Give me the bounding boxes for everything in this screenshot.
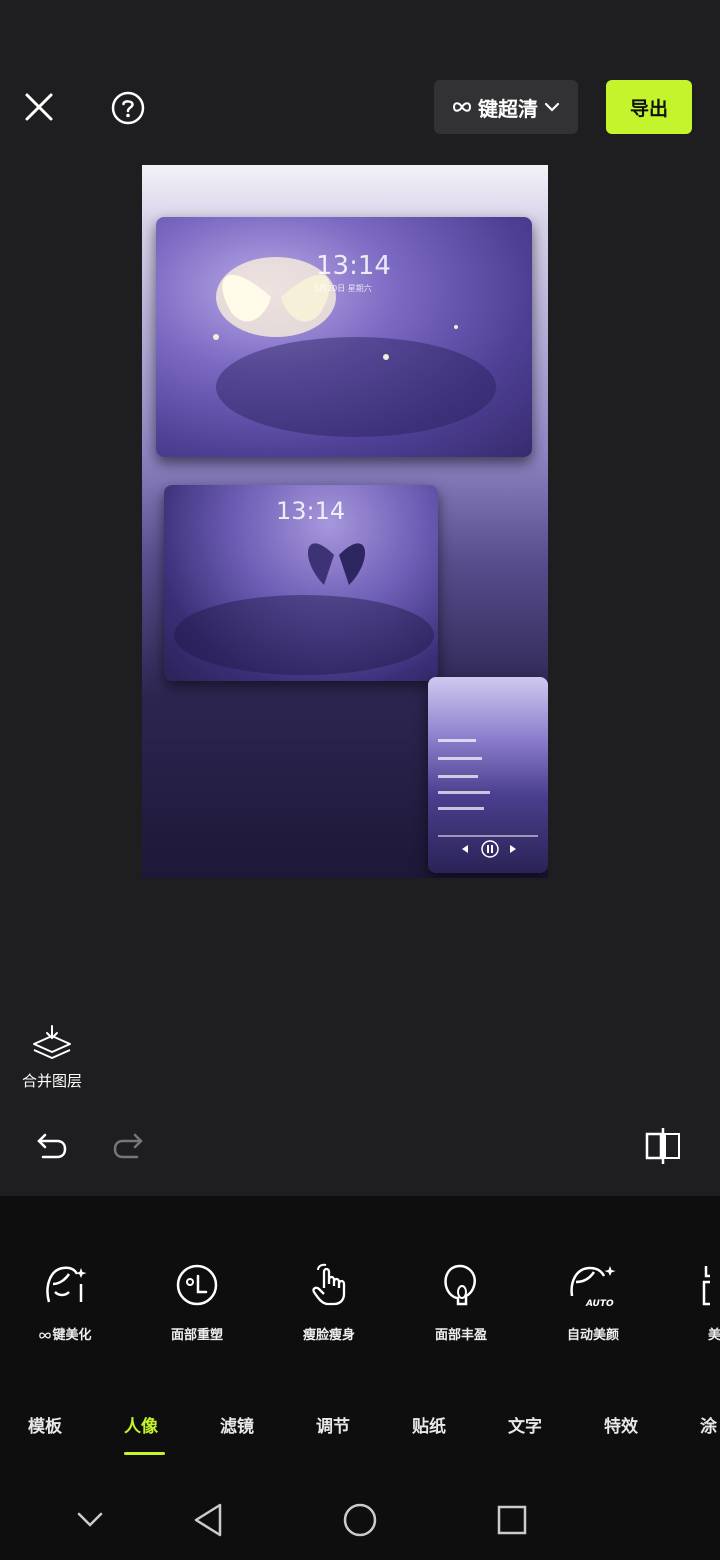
redo-icon <box>113 1133 143 1159</box>
help-icon <box>111 91 145 125</box>
chevron-down-icon <box>77 1512 103 1527</box>
tool-slim[interactable]: 瘦脸瘦身 <box>274 1262 384 1343</box>
tool-label: 自动美颜 <box>566 1328 619 1343</box>
undo-icon <box>37 1133 67 1159</box>
face-beautify-icon <box>46 1266 87 1303</box>
wallpaper-preview-landscape: 13:14 5月20日 星期六 <box>156 217 532 457</box>
tab-adjust[interactable]: 调节 <box>316 1412 350 1437</box>
tool-auto-beauty[interactable]: AUTO 自动美颜 <box>538 1262 648 1343</box>
music-player-preview <box>428 677 548 873</box>
back-triangle-icon <box>194 1503 222 1537</box>
merge-layers-button[interactable]: 合并图层 <box>16 1024 88 1091</box>
nav-back-button[interactable] <box>186 1498 230 1542</box>
layers-icon <box>33 1025 71 1059</box>
quality-dropdown[interactable]: 键超清 <box>434 80 578 134</box>
export-button[interactable]: 导出 <box>606 80 692 134</box>
undo-button[interactable] <box>30 1126 74 1166</box>
home-circle-icon <box>343 1503 377 1537</box>
auto-beauty-icon: AUTO <box>570 1266 616 1309</box>
recents-square-icon <box>497 1505 527 1535</box>
export-label: 导出 <box>629 97 668 120</box>
tab-text[interactable]: 文字 <box>508 1412 542 1437</box>
tab-paint[interactable]: 涂 <box>700 1412 717 1437</box>
tab-filter[interactable]: 滤镜 <box>220 1412 254 1437</box>
tool-label: 面部重塑 <box>170 1328 223 1343</box>
nav-recents-button[interactable] <box>490 1498 534 1542</box>
svg-text:AUTO: AUTO <box>585 1299 614 1308</box>
active-tab-indicator <box>124 1452 165 1455</box>
tab-portrait[interactable]: 人像 <box>124 1412 158 1437</box>
tool-label: 美 <box>708 1328 720 1343</box>
close-button[interactable] <box>18 86 60 128</box>
lockscreen-time-2: 13:14 <box>276 497 346 525</box>
tool-one-click-beautify[interactable]: 键美化 <box>10 1262 120 1343</box>
infinity-icon <box>39 1332 52 1339</box>
tool-label: 面部丰盈 <box>434 1328 487 1343</box>
image-canvas[interactable]: 13:14 5月20日 星期六 13:14 <box>142 165 548 878</box>
merge-layers-label: 合并图层 <box>21 1072 82 1090</box>
help-button[interactable] <box>108 88 148 128</box>
compare-icon <box>645 1128 680 1164</box>
player-controls-image <box>438 739 538 858</box>
slim-hand-icon <box>312 1263 346 1306</box>
tool-label: 键美化 <box>10 1324 120 1343</box>
tool-makeup[interactable]: 美 <box>670 1262 720 1343</box>
lockscreen-time: 13:14 <box>316 251 391 281</box>
infinity-icon <box>452 102 472 112</box>
tab-sticker[interactable]: 贴纸 <box>412 1412 446 1437</box>
face-plump-icon <box>444 1264 476 1306</box>
nav-home-button[interactable] <box>338 1498 382 1542</box>
tool-face-plump[interactable]: 面部丰盈 <box>406 1262 516 1343</box>
tool-face-reshape[interactable]: 面部重塑 <box>142 1262 252 1343</box>
wallpaper-preview-tablet: 13:14 <box>164 485 438 681</box>
tab-template[interactable]: 模板 <box>28 1412 62 1437</box>
redo-button[interactable] <box>106 1126 150 1166</box>
compare-button[interactable] <box>640 1124 686 1168</box>
tool-label: 瘦脸瘦身 <box>302 1328 355 1343</box>
chevron-down-icon <box>544 102 560 112</box>
lockscreen-date: 5月20日 星期六 <box>314 284 372 293</box>
lipstick-icon <box>702 1266 720 1306</box>
nav-collapse-button[interactable] <box>70 1500 110 1540</box>
quality-label: 键超清 <box>478 96 538 121</box>
tab-effects[interactable]: 特效 <box>604 1412 638 1437</box>
face-reshape-icon <box>176 1264 218 1306</box>
close-icon <box>25 93 53 121</box>
